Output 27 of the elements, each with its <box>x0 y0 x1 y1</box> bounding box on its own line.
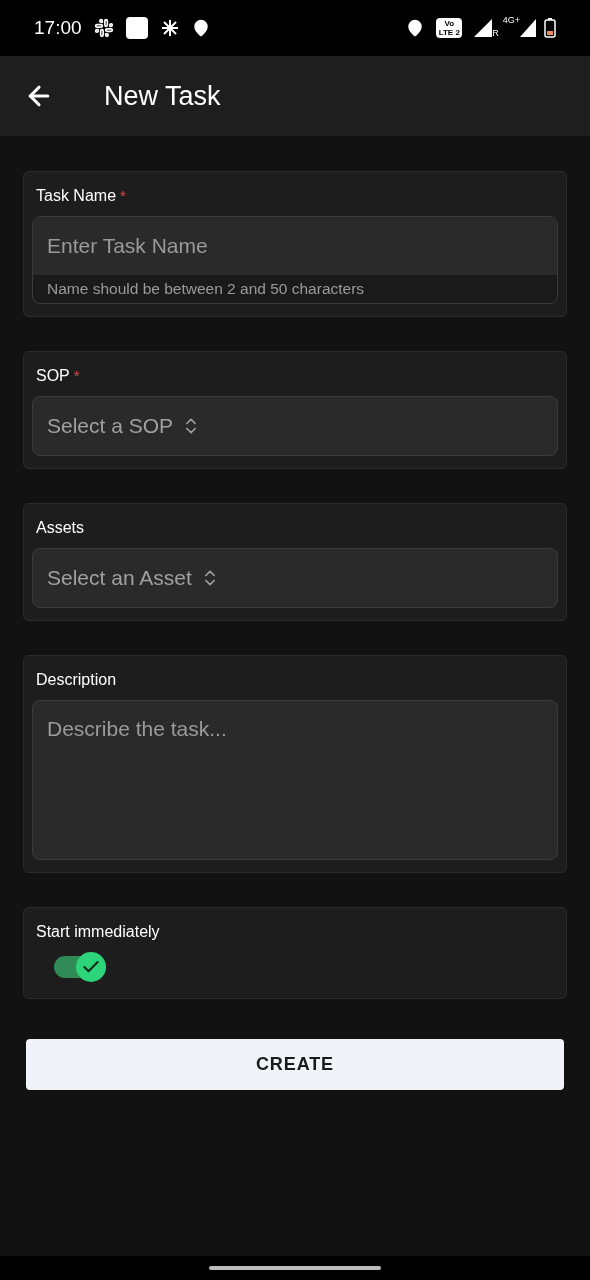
home-handle[interactable] <box>209 1266 381 1270</box>
field-label: Task Name <box>36 186 117 206</box>
status-time: 17:00 <box>34 15 82 40</box>
helper-text: Name should be between 2 and 50 characters <box>46 279 366 299</box>
select-field[interactable]: Select a SOP <box>32 396 558 456</box>
volte-badge: Vo LTE 2 <box>436 18 463 38</box>
field-label: SOP <box>36 366 70 386</box>
signal-icon <box>474 19 493 37</box>
network-label: 4G+ <box>502 14 520 27</box>
asterisk-icon <box>159 18 180 38</box>
description-field[interactable]: Describe the task... <box>32 700 558 860</box>
location-icon <box>406 19 425 37</box>
field-label: Assets <box>36 518 84 538</box>
required-asterisk: * <box>73 365 80 386</box>
signal-icon <box>520 19 536 37</box>
roaming-label: R <box>492 26 499 40</box>
required-asterisk: * <box>120 185 126 206</box>
page-title: New Task <box>104 79 221 113</box>
create-button[interactable]: CREATE <box>26 1039 564 1090</box>
field-label: Description <box>36 670 117 690</box>
app-icon <box>125 17 148 39</box>
location-icon <box>191 19 210 37</box>
battery-icon <box>544 18 556 38</box>
hash-logo-icon <box>93 18 114 38</box>
task-name-field[interactable]: Enter Task Name Name should be between 2 and 50 characters <box>32 216 558 304</box>
select-field[interactable]: Select an Asset <box>32 548 558 608</box>
field-label: Start immediately <box>36 922 160 942</box>
